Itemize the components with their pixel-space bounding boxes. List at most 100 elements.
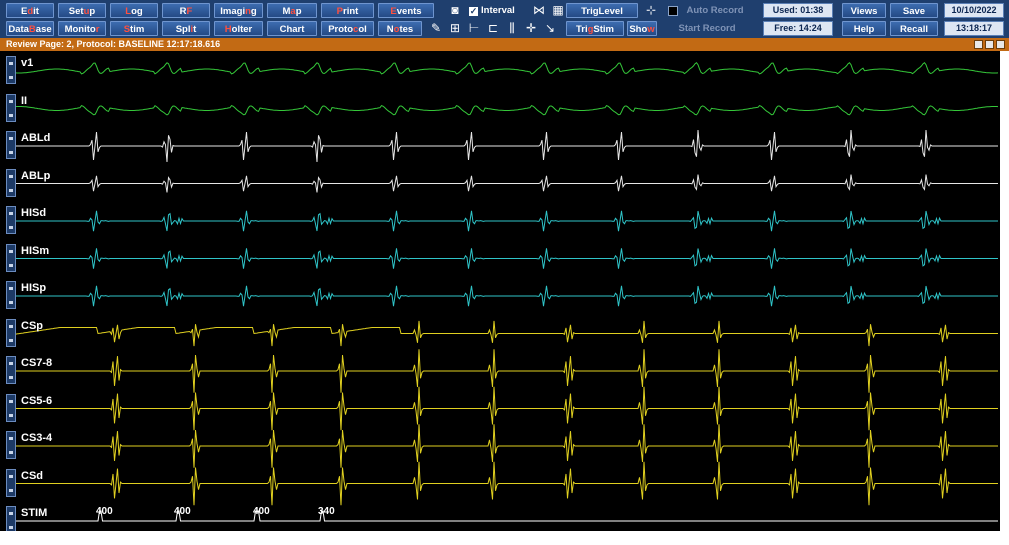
channel-scale-handle[interactable] bbox=[6, 431, 16, 459]
channel-label: v1 bbox=[21, 57, 34, 69]
channel-scale-handle[interactable] bbox=[6, 393, 16, 422]
channel-scale-handle[interactable] bbox=[6, 206, 16, 234]
pencil-icon[interactable]: ✎ bbox=[427, 21, 445, 36]
help-button[interactable]: Help bbox=[842, 21, 886, 36]
bottom-margin bbox=[0, 531, 1009, 545]
database-pre: Data bbox=[8, 24, 29, 35]
interval-label: Interval bbox=[481, 5, 515, 16]
auto-record-indicator bbox=[668, 6, 678, 16]
channel-scale-handle[interactable] bbox=[6, 56, 16, 84]
interval-checkbox-box[interactable]: ✓ bbox=[469, 7, 478, 16]
channel-scale-handle[interactable] bbox=[6, 506, 16, 531]
bars-icon[interactable]: ⫼ bbox=[503, 21, 521, 36]
setup-button[interactable]: Setup bbox=[58, 3, 106, 18]
print-button[interactable]: Print bbox=[321, 3, 374, 18]
handle-grip bbox=[9, 287, 13, 290]
database-post: ase bbox=[35, 24, 52, 35]
rf-button[interactable]: RF bbox=[162, 3, 210, 18]
channel-scale-handle[interactable] bbox=[6, 318, 16, 347]
trace-v1 bbox=[13, 62, 999, 75]
channel-scale-handle[interactable] bbox=[6, 356, 16, 384]
split-pre: Spl bbox=[175, 24, 191, 35]
channel-scale-handle[interactable] bbox=[6, 468, 16, 497]
handle-grip bbox=[9, 399, 13, 403]
monitor-hotkey: r bbox=[95, 24, 100, 35]
crosshair-icon[interactable]: ✛ bbox=[522, 21, 540, 36]
chart-pre: Chart bbox=[279, 24, 305, 35]
handle-grip bbox=[9, 99, 13, 103]
date-display: 10/10/2022 bbox=[944, 3, 1004, 18]
caliper-icon[interactable]: ⋈ bbox=[530, 3, 548, 18]
log-button[interactable]: Log bbox=[110, 3, 158, 18]
free-time-display: Free: 14:24 bbox=[763, 21, 833, 36]
handle-grip bbox=[9, 301, 13, 304]
trace-ii bbox=[13, 104, 999, 116]
channel-scale-handle[interactable] bbox=[6, 243, 16, 272]
protocol-button[interactable]: Protocol bbox=[321, 21, 374, 36]
handle-grip bbox=[9, 488, 13, 492]
chart-button[interactable]: Chart bbox=[267, 21, 317, 36]
trig-stim-button[interactable]: TrigStim bbox=[566, 21, 624, 36]
channel-scale-handle[interactable] bbox=[6, 93, 16, 122]
database-hotkey: B bbox=[28, 24, 36, 35]
h-caliper-icon[interactable]: ⊢ bbox=[465, 21, 483, 36]
handle-grip bbox=[9, 113, 13, 117]
slope-icon[interactable]: ↘ bbox=[541, 21, 559, 36]
database-button[interactable]: DataBase bbox=[6, 21, 54, 36]
channel-label: CS3-4 bbox=[21, 432, 53, 444]
notes-post: tes bbox=[399, 24, 414, 35]
edit-post: it bbox=[33, 6, 39, 17]
maximize-window-icon[interactable] bbox=[985, 40, 994, 49]
setup-pre: Set bbox=[68, 6, 84, 17]
handle-grip bbox=[9, 174, 13, 178]
handle-grip bbox=[9, 212, 13, 215]
monitor-button[interactable]: Monitor bbox=[58, 21, 106, 36]
start-record-button[interactable]: Start Record bbox=[664, 21, 750, 36]
camera-icon[interactable]: ◙ bbox=[446, 3, 464, 18]
channel-label: ABLd bbox=[21, 132, 51, 144]
channel-scale-handle[interactable] bbox=[6, 168, 16, 197]
channel-scale-handle[interactable] bbox=[6, 131, 16, 159]
protocol-pre: Proto bbox=[328, 24, 354, 35]
handle-grip bbox=[9, 188, 13, 192]
marker-icon[interactable]: ⊏ bbox=[484, 21, 502, 36]
trace-stim bbox=[14, 510, 998, 522]
trace-cs5-6 bbox=[14, 386, 998, 431]
setup-post: p bbox=[89, 6, 96, 17]
edit-button[interactable]: Edit bbox=[6, 3, 54, 18]
show-button[interactable]: Show bbox=[627, 21, 657, 36]
split-button[interactable]: Split bbox=[162, 21, 210, 36]
signal-display[interactable]: v1 II ABLd ABLp HISd HISm HISp CSp CS7-8 CS5-6 CS3… bbox=[0, 51, 1000, 531]
events-button[interactable]: Events bbox=[378, 3, 434, 18]
trig-stim-post: Stim bbox=[593, 24, 615, 35]
interval-checkbox[interactable]: ✓ Interval bbox=[469, 3, 515, 18]
grid-icon[interactable]: ⊞ bbox=[446, 21, 464, 36]
restore-window-icon[interactable] bbox=[974, 40, 983, 49]
channel-label: HISd bbox=[21, 207, 47, 219]
stim-button[interactable]: Stim bbox=[110, 21, 158, 36]
trig-stim-pre: Tri bbox=[575, 24, 588, 35]
close-window-icon[interactable] bbox=[996, 40, 1005, 49]
channel-scale-handle[interactable] bbox=[6, 281, 16, 309]
trace-hism bbox=[14, 248, 998, 269]
notes-button[interactable]: Notes bbox=[378, 21, 422, 36]
stim-cycle-length: 400 bbox=[96, 506, 113, 517]
recall-button[interactable]: Recall bbox=[890, 21, 938, 36]
holter-post: olter bbox=[231, 24, 253, 35]
save-button[interactable]: Save bbox=[890, 3, 938, 18]
calculator-icon[interactable]: ▦ bbox=[549, 3, 567, 18]
trace-ablp bbox=[14, 174, 998, 193]
trace-csp bbox=[13, 320, 998, 347]
imaging-button[interactable]: Imaging bbox=[214, 3, 263, 18]
auto-record-button[interactable]: Auto Record bbox=[680, 3, 750, 18]
right-margin bbox=[1000, 51, 1009, 531]
handle-grip bbox=[9, 338, 13, 342]
handle-grip bbox=[9, 76, 13, 79]
holter-button[interactable]: Holter bbox=[214, 21, 263, 36]
trig-level-button[interactable]: TrigLevel bbox=[566, 3, 638, 18]
handle-grip bbox=[9, 526, 13, 529]
trigger-crosshair-icon[interactable]: ⊹ bbox=[642, 3, 660, 18]
map-button[interactable]: Map bbox=[267, 3, 317, 18]
handle-grip bbox=[9, 512, 13, 515]
views-button[interactable]: Views bbox=[842, 3, 886, 18]
